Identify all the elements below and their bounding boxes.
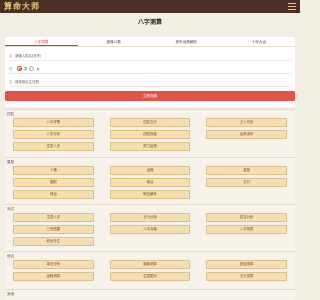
grid-item[interactable]: 事业分析 [13,260,94,269]
section-sizhu: 四柱 八字详情 四柱五行 占卜问卦 八字分析 四柱排盘 运势流年 生辰八字 财门… [5,109,295,157]
tab-bazi[interactable]: 八字测算 [5,37,78,46]
grid-item[interactable]: 五行测算 [206,272,287,281]
section-zonghe: 综合 事业分析 姻缘测算 综合测算 运程测算 生辰配对 五行测算 [5,251,295,289]
gender-male-radio[interactable] [17,66,22,71]
grid-item[interactable]: 生辰配对 [109,272,191,281]
section-title: 测试 [7,207,15,211]
menu-icon[interactable] [288,3,296,10]
gender-female-label[interactable]: 女 [36,66,39,71]
tab-ten-year[interactable]: 十年大运 [223,37,296,46]
section-title: 综合 [7,254,15,258]
grid-item[interactable]: 综合测算 [206,260,287,269]
grid-item[interactable]: 八字详情 [13,118,94,127]
section-title: 星座 [7,160,15,164]
grid-item[interactable]: 人格 [13,166,94,175]
grid-item[interactable]: 八字分析 [13,130,94,139]
grid-item[interactable]: 运势流年 [206,130,287,139]
tab-ziwei[interactable]: 紫微斗数 [78,37,151,46]
tab-bar: 八字测算 紫微斗数 老年运势解析 十年大运 [5,37,295,47]
gender-row: 别 男 女 [9,64,291,74]
grid-item[interactable]: 事业 [109,178,191,187]
section-ceshi: 测试 生辰八字 五行分析 姓名分析 三世因果 八字合婚 八字测算 前世今生 [5,204,295,251]
grid-item[interactable]: 运程测算 [13,272,94,281]
section-title: 其他 [7,292,15,296]
grid-item[interactable]: 姓名分析 [206,213,287,222]
form-card: 八字测算 紫微斗数 老年运势解析 十年大运 名 请输入姓名(可不) 别 男 女 … [5,37,295,107]
grid-item[interactable]: 生辰八字 [13,213,94,222]
section-title: 四柱 [7,112,15,116]
grid-item[interactable]: 四柱排盘 [109,130,191,139]
grid-item[interactable]: 财门运势 [109,142,191,151]
grid-item[interactable]: 占卜问卦 [206,118,287,127]
grid-item[interactable]: 八字测算 [206,225,287,234]
name-input[interactable]: 请输入姓名(可不) [15,53,41,58]
birth-row: 生 请选择出生日期 [9,77,291,87]
grid-item[interactable]: 星座 [206,166,287,175]
grid-item[interactable]: 四柱五行 [109,118,191,127]
tab-old-age-fortune[interactable]: 老年运势解析 [150,37,223,46]
section-qita: 其他 [5,289,295,300]
grid-item[interactable]: 三世因果 [13,225,94,234]
app-logo[interactable]: 算命大师 [4,1,40,12]
grid-item[interactable]: 五行分析 [109,213,191,222]
grid-item[interactable]: 婚配 [13,178,94,187]
page-title: 八字测算 [137,19,162,26]
grid-item[interactable]: 五行 [206,178,287,187]
gender-label: 别 [9,67,13,71]
gender-female-radio[interactable] [29,66,35,71]
submit-button[interactable]: 立即测算 [5,91,295,101]
grid-item[interactable]: 生辰八字 [13,142,94,151]
grid-item[interactable]: 八字合婚 [109,225,191,234]
gender-male-label[interactable]: 男 [24,66,27,71]
section-xingzuo: 星座 人格 运程 星座 婚配 事业 五行 财运 职位解析 [5,157,295,204]
grid-item[interactable]: 姻缘测算 [109,260,191,269]
birth-date-input[interactable]: 请选择出生日期 [15,79,39,84]
grid-item[interactable]: 财运 [13,190,94,199]
name-row: 名 请输入姓名(可不) [9,51,291,61]
top-bar: 算命大师 [0,0,300,13]
grid-item[interactable]: 职位解析 [109,190,191,199]
grid-item[interactable]: 前世今生 [13,237,94,246]
grid-item[interactable]: 运程 [109,166,191,175]
